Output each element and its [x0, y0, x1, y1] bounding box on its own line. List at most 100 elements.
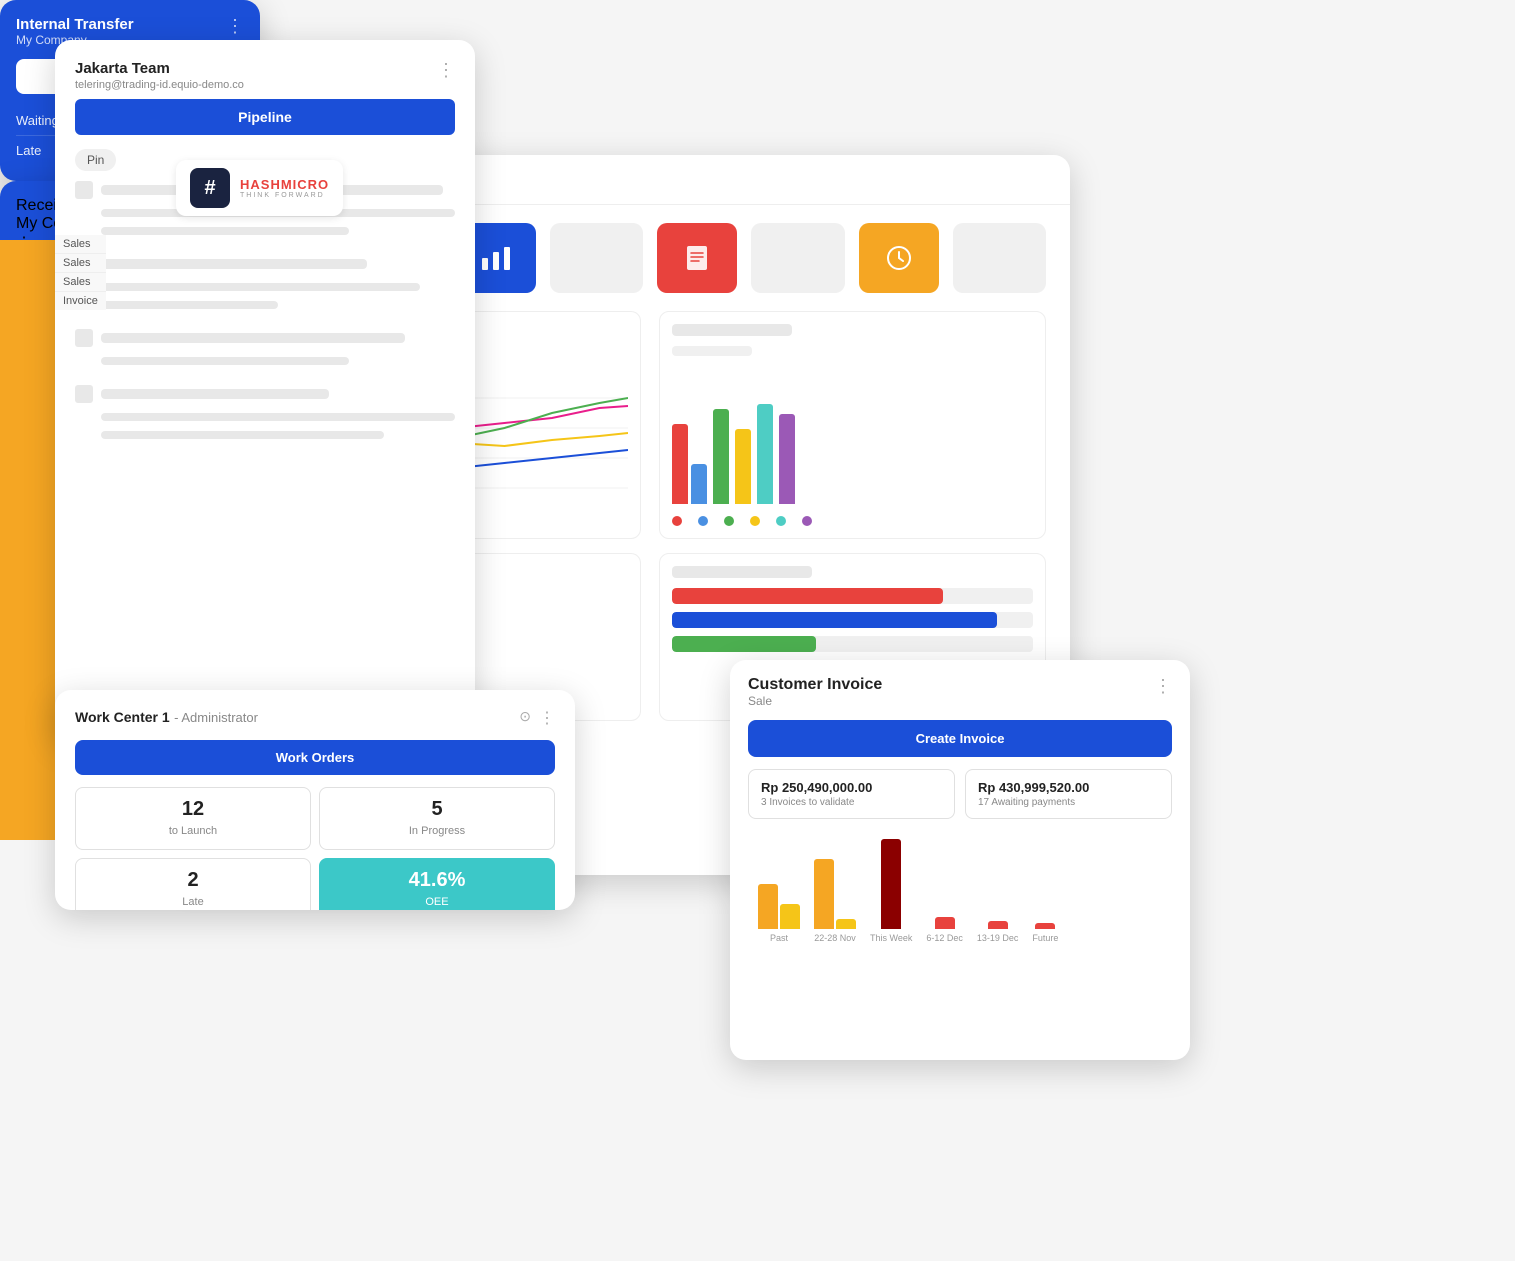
inv-bar-thisweek-1 [881, 839, 901, 929]
invoice-stats-row: Rp 250,490,000.00 3 Invoices to validate… [748, 769, 1172, 819]
inv-bar-nov-2 [836, 919, 856, 929]
hbar-track-3 [672, 636, 1033, 652]
to-launch-label: to Launch [169, 825, 217, 837]
late-value: 2 [90, 869, 296, 892]
inv-bar-nov-1 [814, 859, 834, 929]
bar-group-1 [672, 424, 707, 504]
bar-teal-4 [757, 404, 773, 504]
inv-bar-nov-stack [814, 859, 856, 929]
hash-logo-icon: # [204, 177, 215, 200]
internal-late-label: Late [16, 143, 41, 158]
workcenter-admin: Administrator [181, 710, 258, 725]
hbar-items [672, 588, 1033, 652]
invoice-amount-1: Rp 250,490,000.00 [761, 780, 942, 795]
late-label: Late [182, 896, 203, 908]
jakarta-list [75, 181, 455, 445]
inv-bar-dec1-stack [935, 917, 955, 929]
workcenter-card: Work Center 1 - Administrator ⊙ ⋮ Work O… [55, 690, 575, 910]
hbar-item-2 [672, 612, 1033, 628]
late-box: 2 Late [75, 858, 311, 910]
inv-bar-dec2: 13-19 Dec [977, 921, 1019, 943]
in-progress-value: 5 [334, 798, 540, 821]
inv-bar-dec2-label: 13-19 Dec [977, 933, 1019, 943]
inv-bar-nov: 22-28 Nov [814, 859, 856, 943]
bar-group-5 [779, 414, 795, 504]
legend-red [672, 516, 686, 526]
inv-bar-past-1 [758, 884, 778, 929]
hashmicro-logo-bg: # [190, 168, 230, 208]
clock-icon [885, 244, 913, 272]
invoice-stat-2: Rp 430,999,520.00 17 Awaiting payments [965, 769, 1172, 819]
invoice-title-block: Customer Invoice Sale [748, 676, 882, 708]
workcenter-title-block: Work Center 1 - Administrator [75, 709, 258, 727]
internal-dots-icon[interactable]: ⋮ [226, 16, 244, 37]
workcenter-title: Work Center 1 [75, 709, 170, 725]
hashmicro-tagline: THINK FORWARD [240, 192, 329, 199]
in-progress-label: In Progress [409, 825, 465, 837]
inv-bar-dec2-stack [988, 921, 1008, 929]
bar-group-3 [735, 429, 751, 504]
bar-chart-title [672, 324, 792, 336]
inv-bar-dec1: 6-12 Dec [926, 917, 963, 943]
widget-placeholder-4 [953, 223, 1047, 293]
inv-bar-nov-label: 22-28 Nov [814, 933, 856, 943]
bar-green-2 [713, 409, 729, 504]
oee-label: OEE [425, 896, 448, 908]
inv-bar-dec2-1 [988, 921, 1008, 929]
invoice-title: Customer Invoice [748, 676, 882, 694]
widget-time[interactable] [859, 223, 939, 293]
jakarta-card-header: Jakarta Team telering@trading-id.equio-d… [75, 60, 455, 91]
invoice-desc-1: 3 Invoices to validate [761, 797, 942, 808]
workcenter-circle-icon: ⊙ [519, 708, 531, 728]
filter-pill[interactable]: Pin [75, 149, 116, 171]
create-invoice-button[interactable]: Create Invoice [748, 720, 1172, 757]
hbar-fill-1 [672, 588, 943, 604]
legend-purple [802, 516, 816, 526]
invoice-stat-1: Rp 250,490,000.00 3 Invoices to validate [748, 769, 955, 819]
legend-yellow2 [750, 516, 764, 526]
to-launch-box: 12 to Launch [75, 787, 311, 850]
jakarta-team-card: Jakarta Team telering@trading-id.equio-d… [55, 40, 475, 740]
hbar-fill-3 [672, 636, 816, 652]
bar-chart-legends [672, 516, 1033, 526]
oee-value: 41.6% [334, 869, 540, 892]
bar-yellow-3 [735, 429, 751, 504]
legend-blue2 [698, 516, 712, 526]
workcenter-icons: ⊙ ⋮ [519, 708, 555, 728]
bar-group-4 [757, 404, 773, 504]
inv-bar-future-1 [1035, 923, 1055, 929]
hashmicro-text-block: HASHMICRO THINK FORWARD [240, 177, 329, 199]
bar-chart-box [659, 311, 1046, 539]
invoice-header: Customer Invoice Sale ⋮ [748, 676, 1172, 708]
hbar-fill-2 [672, 612, 997, 628]
hashmicro-name: HASHMICRO [240, 177, 329, 192]
hashmicro-brand: # HASHMICRO THINK FORWARD [176, 160, 343, 216]
document-icon [683, 244, 711, 272]
jakarta-dots-icon[interactable]: ⋮ [437, 60, 455, 81]
invoice-dots-icon[interactable]: ⋮ [1154, 676, 1172, 697]
invoice-desc-2: 17 Awaiting payments [978, 797, 1159, 808]
jakarta-team-title: Jakarta Team [75, 60, 244, 77]
hbar-item-1 [672, 588, 1033, 604]
hbar-title [672, 566, 812, 578]
inv-bar-future-label: Future [1032, 933, 1058, 943]
workcenter-dots-icon[interactable]: ⋮ [539, 708, 555, 728]
internal-transfer-title: Internal Transfer [16, 16, 134, 33]
workcenter-header: Work Center 1 - Administrator ⊙ ⋮ [75, 708, 555, 728]
bar-blue-1 [691, 464, 707, 504]
pipeline-button[interactable]: Pipeline [75, 99, 455, 135]
jakarta-info: Jakarta Team telering@trading-id.equio-d… [75, 60, 244, 91]
hbar-track-1 [672, 588, 1033, 604]
widget-doc[interactable] [657, 223, 737, 293]
side-labels: Sales Sales Sales Invoice [55, 235, 106, 310]
bar-red-1 [672, 424, 688, 504]
customer-invoice-card: Customer Invoice Sale ⋮ Create Invoice R… [730, 660, 1190, 1060]
in-progress-box: 5 In Progress [319, 787, 555, 850]
inv-bar-thisweek-label: This Week [870, 933, 912, 943]
inv-bar-future: Future [1032, 923, 1058, 943]
inv-bar-dec1-1 [935, 917, 955, 929]
oee-box: 41.6% OEE [319, 858, 555, 910]
work-orders-button[interactable]: Work Orders [75, 740, 555, 775]
inv-bar-thisweek: This Week [870, 839, 912, 943]
bar-purple-5 [779, 414, 795, 504]
